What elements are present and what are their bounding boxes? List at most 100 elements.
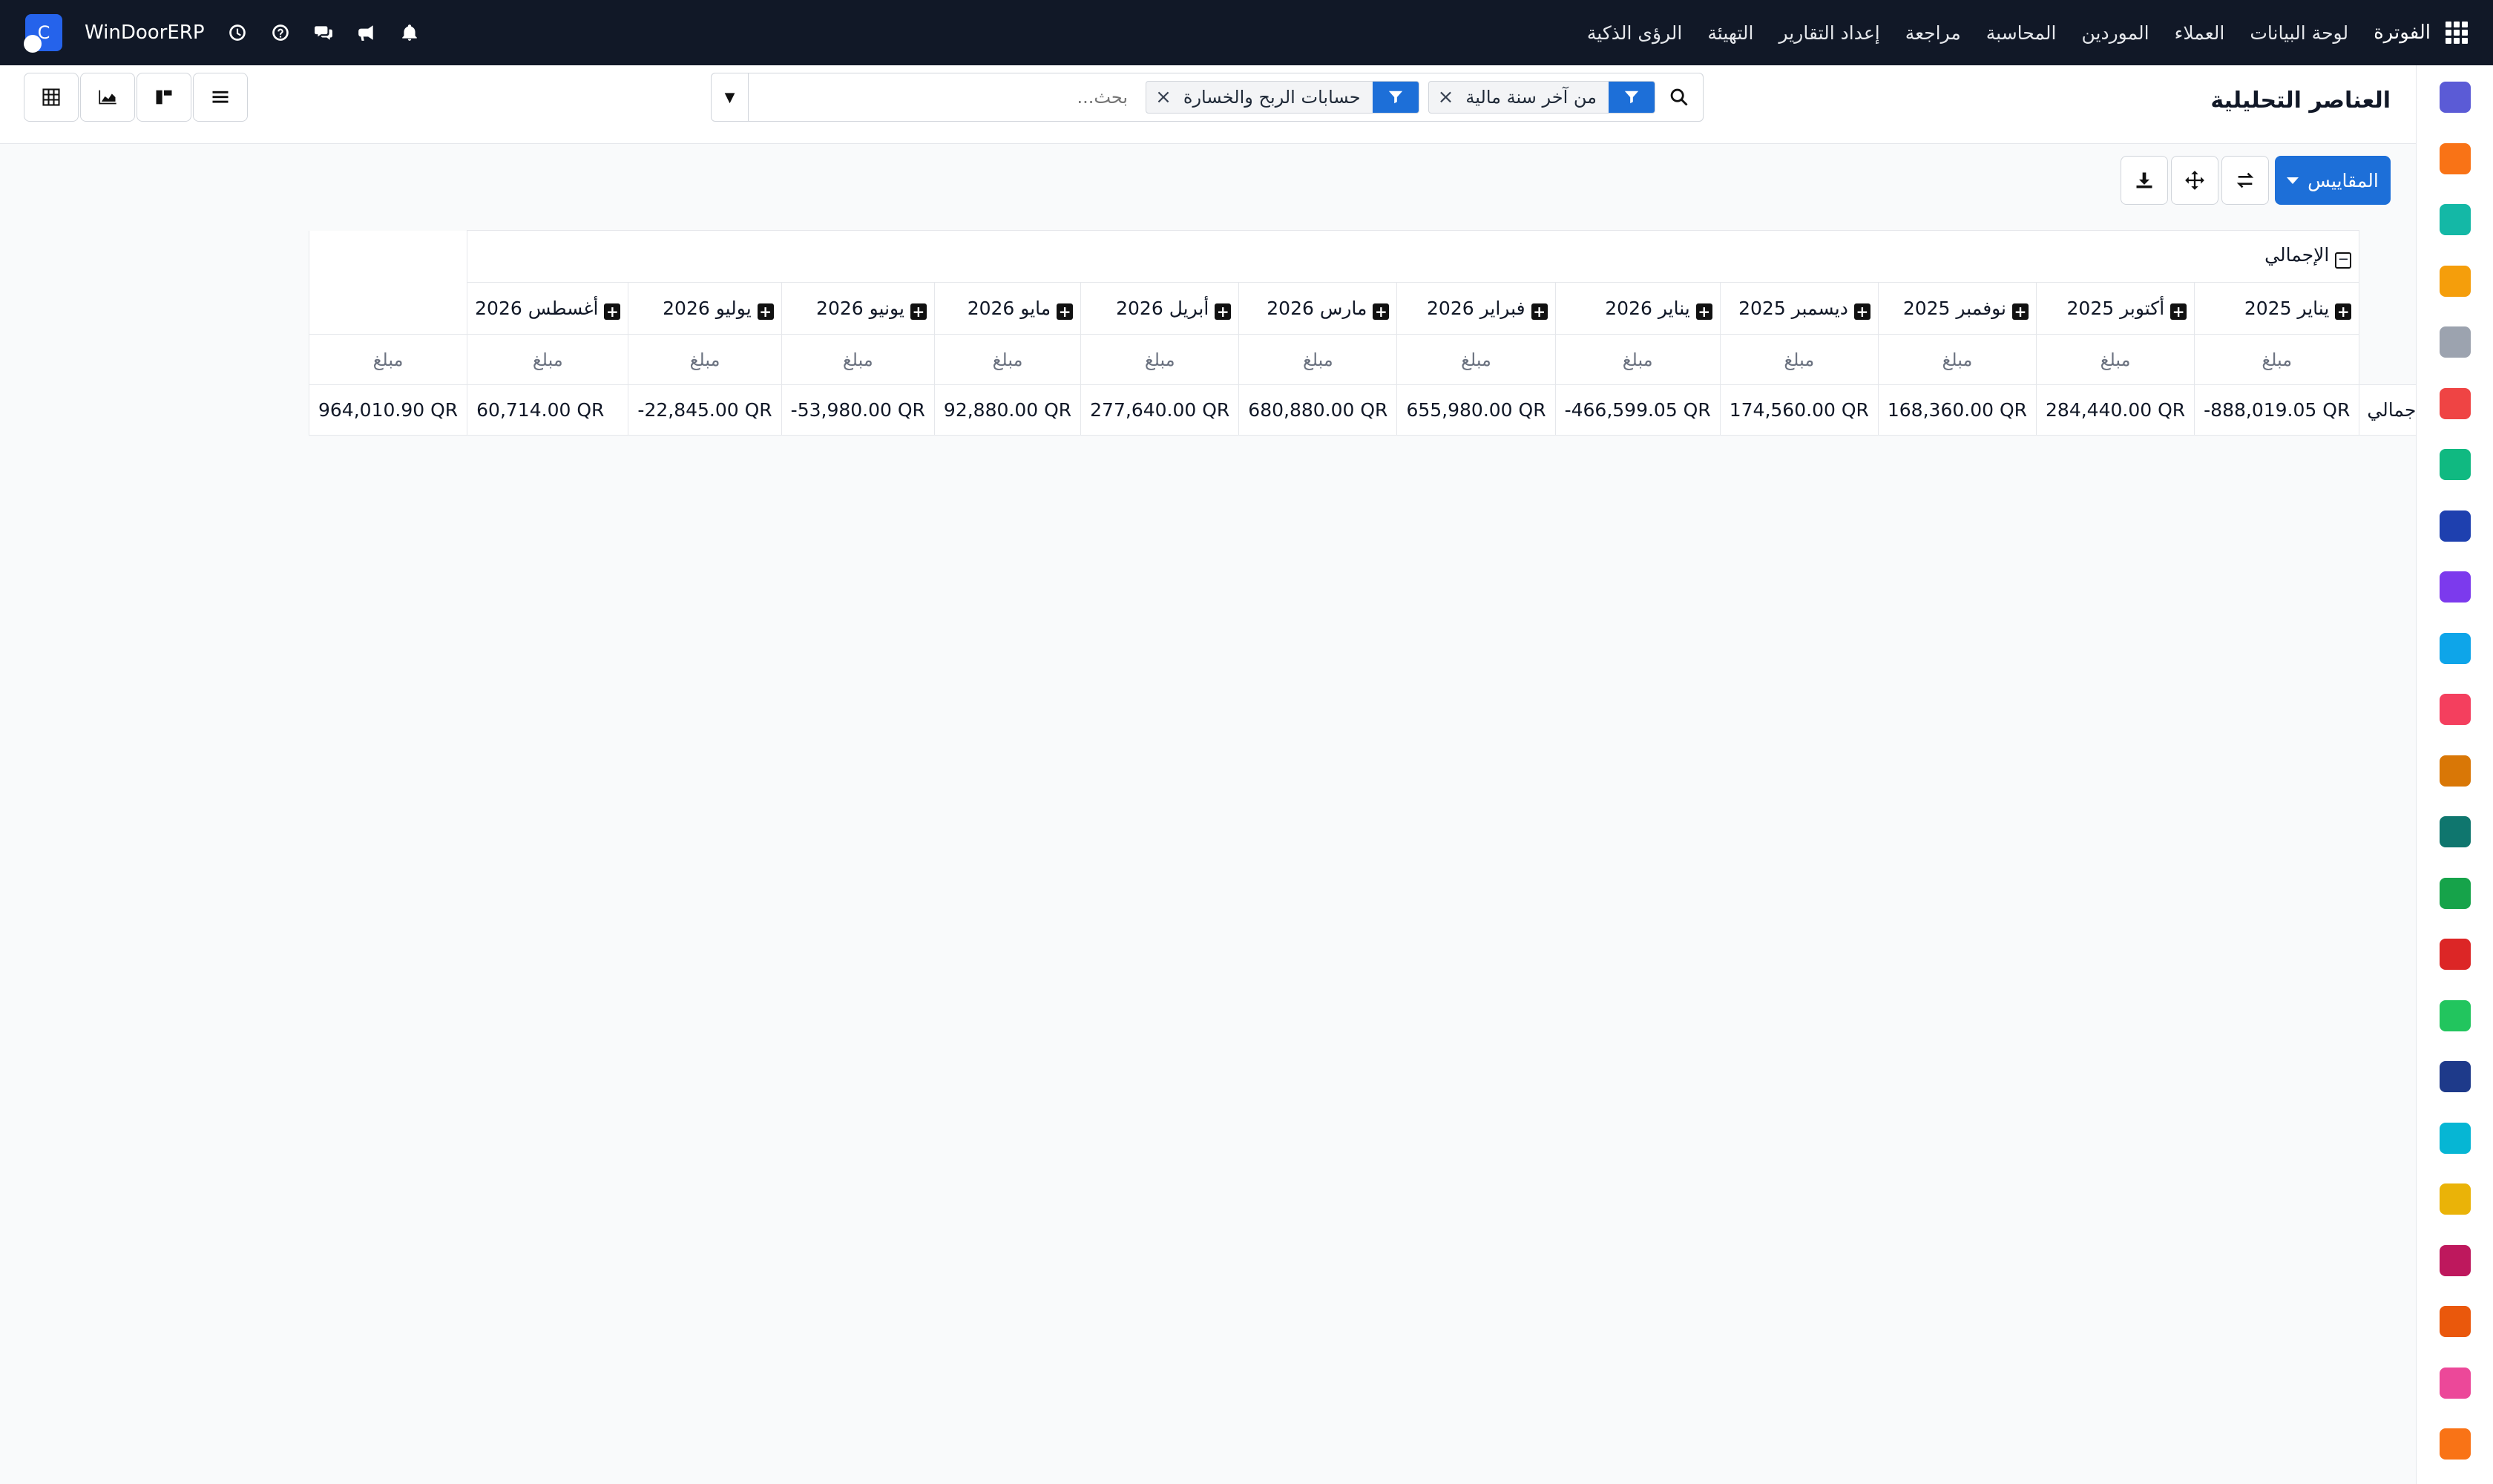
remove-facet-icon[interactable]: ×	[1429, 86, 1457, 108]
graph-view-button[interactable]	[80, 73, 135, 122]
check-app-icon[interactable]	[2439, 204, 2471, 235]
dollar-app-icon[interactable]	[2439, 632, 2471, 664]
company-name[interactable]: WinDoorERP	[85, 22, 205, 44]
pivot-cell[interactable]: -888,019.05 QR	[2194, 384, 2360, 436]
gear-app-icon[interactable]	[2439, 1428, 2471, 1460]
pivot-cell[interactable]: 284,440.00 QR	[2036, 384, 2195, 436]
megaphone-icon[interactable]	[356, 22, 377, 43]
clock-icon[interactable]	[227, 22, 248, 43]
chat-app-icon[interactable]	[2439, 142, 2471, 174]
nav-item-vendors[interactable]: الموردين	[2081, 22, 2149, 44]
pen-app-icon[interactable]	[2439, 816, 2471, 847]
apps-menu-icon[interactable]	[2446, 22, 2468, 44]
nav-item-dashboard[interactable]: لوحة البيانات	[2250, 22, 2348, 44]
pivot-cell[interactable]: 92,880.00 QR	[933, 384, 1082, 436]
wave-app-icon[interactable]	[2439, 1122, 2471, 1154]
search-input[interactable]	[749, 75, 1137, 119]
column-header-month[interactable]: + يناير 2026	[1554, 282, 1721, 335]
measure-header[interactable]: مبلغ	[628, 334, 782, 385]
measure-header[interactable]: مبلغ	[781, 334, 935, 385]
help-icon[interactable]	[270, 22, 291, 43]
pivot-cell[interactable]: 655,980.00 QR	[1396, 384, 1556, 436]
company-logo[interactable]: C	[24, 14, 62, 53]
column-header-total[interactable]: −الإجمالي	[467, 230, 2360, 283]
measure-header[interactable]: مبلغ	[2194, 334, 2360, 385]
pivot-cell[interactable]: -466,599.05 QR	[1554, 384, 1721, 436]
month-label: مارس 2026	[1267, 297, 1367, 319]
pivot-cell[interactable]: -22,845.00 QR	[628, 384, 782, 436]
measure-header[interactable]: مبلغ	[933, 334, 1082, 385]
pivot-cell[interactable]: 168,360.00 QR	[1877, 384, 2037, 436]
send-app-icon[interactable]	[2439, 1183, 2471, 1215]
nav-item-configuration[interactable]: التهيئة	[1707, 22, 1753, 44]
view-switcher	[24, 73, 248, 122]
column-header-month[interactable]: + أبريل 2026	[1080, 282, 1240, 335]
list-view-button[interactable]	[193, 73, 248, 122]
measure-header[interactable]: مبلغ	[1396, 334, 1556, 385]
column-header-month[interactable]: + مارس 2026	[1238, 282, 1398, 335]
nav-item-accounting[interactable]: المحاسبة	[1986, 22, 2057, 44]
download-button[interactable]	[2121, 156, 2168, 205]
task-app-icon[interactable]	[2439, 449, 2471, 480]
chart-app-icon[interactable]	[2439, 265, 2471, 297]
calendar-app-icon[interactable]	[2439, 755, 2471, 787]
pie-app-icon[interactable]	[2439, 1367, 2471, 1399]
measure-header[interactable]: مبلغ	[1554, 334, 1721, 385]
bar-app-icon[interactable]	[2439, 1244, 2471, 1276]
nav-item-reporting[interactable]: إعداد التقارير	[1779, 22, 1880, 44]
column-header-month[interactable]: + يوليو 2026	[628, 282, 782, 335]
box-app-icon[interactable]	[2439, 326, 2471, 358]
pivot-cell[interactable]: 174,560.00 QR	[1719, 384, 1879, 436]
whatsapp-app-icon[interactable]	[2439, 999, 2471, 1031]
search-options-toggle[interactable]: ▼	[712, 73, 749, 121]
column-header-month[interactable]: + ديسمبر 2025	[1719, 282, 1879, 335]
nav-item-customers[interactable]: العملاء	[2175, 22, 2225, 44]
contact-app-icon[interactable]	[2439, 877, 2471, 909]
remove-facet-icon[interactable]: ×	[1146, 86, 1175, 108]
pivot-cell[interactable]: 60,714.00 QR	[467, 384, 629, 436]
control-panel: العناصر التحليلية من آخر سنة مالية × حسا…	[0, 65, 2416, 144]
pivot-cell[interactable]: -53,980.00 QR	[781, 384, 935, 436]
measure-header[interactable]: مبلغ	[1719, 334, 1879, 385]
month-label: يناير 2026	[1605, 297, 1690, 319]
measure-header[interactable]: مبلغ	[1877, 334, 2037, 385]
measure-header[interactable]: مبلغ	[2036, 334, 2195, 385]
measure-header[interactable]: مبلغ	[1238, 334, 1398, 385]
expand-all-button[interactable]	[2171, 156, 2218, 205]
nav-brand[interactable]: الفوترة	[2374, 22, 2431, 44]
column-header-month[interactable]: + يونيو 2026	[781, 282, 935, 335]
column-header-month[interactable]: + أكتوبر 2025	[2036, 282, 2195, 335]
column-header-month[interactable]: + فبراير 2026	[1396, 282, 1556, 335]
month-label: فبراير 2026	[1427, 297, 1525, 319]
people-app-icon[interactable]	[2439, 694, 2471, 725]
book-app-icon[interactable]	[2439, 510, 2471, 542]
flip-axis-button[interactable]	[2221, 156, 2269, 205]
dashboard-app-icon[interactable]	[2439, 939, 2471, 970]
nav-item-smart-insights[interactable]: الرؤى الذكية	[1587, 22, 1682, 44]
pivot-cell[interactable]: 680,880.00 QR	[1238, 384, 1398, 436]
search-icon[interactable]	[1655, 73, 1703, 121]
cube-app-icon[interactable]	[2439, 571, 2471, 603]
messages-icon[interactable]	[313, 22, 334, 43]
column-header-month[interactable]: + مايو 2026	[933, 282, 1082, 335]
nav-item-review[interactable]: مراجعة	[1905, 22, 1961, 44]
pivot-cell[interactable]: 277,640.00 QR	[1080, 384, 1240, 436]
pivot-view-button[interactable]	[24, 73, 79, 122]
mail-app-icon[interactable]	[2439, 82, 2471, 113]
hex-app-icon[interactable]	[2439, 1306, 2471, 1337]
image-app-icon[interactable]	[2439, 387, 2471, 419]
measures-button[interactable]: المقاييس	[2275, 156, 2391, 205]
column-header-month[interactable]: + أغسطس 2026	[467, 282, 629, 335]
app-sidebar	[2416, 65, 2493, 1484]
kanban-view-button[interactable]	[137, 73, 191, 122]
clock-app-icon[interactable]	[2439, 1061, 2471, 1092]
month-label: ديسمبر 2025	[1738, 297, 1848, 319]
measure-header-total[interactable]: مبلغ	[308, 334, 468, 385]
month-label: أكتوبر 2025	[2066, 297, 2165, 319]
column-header-month[interactable]: + يناير 2025	[2194, 282, 2360, 335]
measure-header[interactable]: مبلغ	[1080, 334, 1240, 385]
bell-icon[interactable]	[399, 22, 420, 43]
column-header-month[interactable]: + نوفمبر 2025	[1877, 282, 2037, 335]
measure-header[interactable]: مبلغ	[467, 334, 629, 385]
pivot-cell-grand-total[interactable]: 964,010.90 QR	[308, 384, 468, 436]
